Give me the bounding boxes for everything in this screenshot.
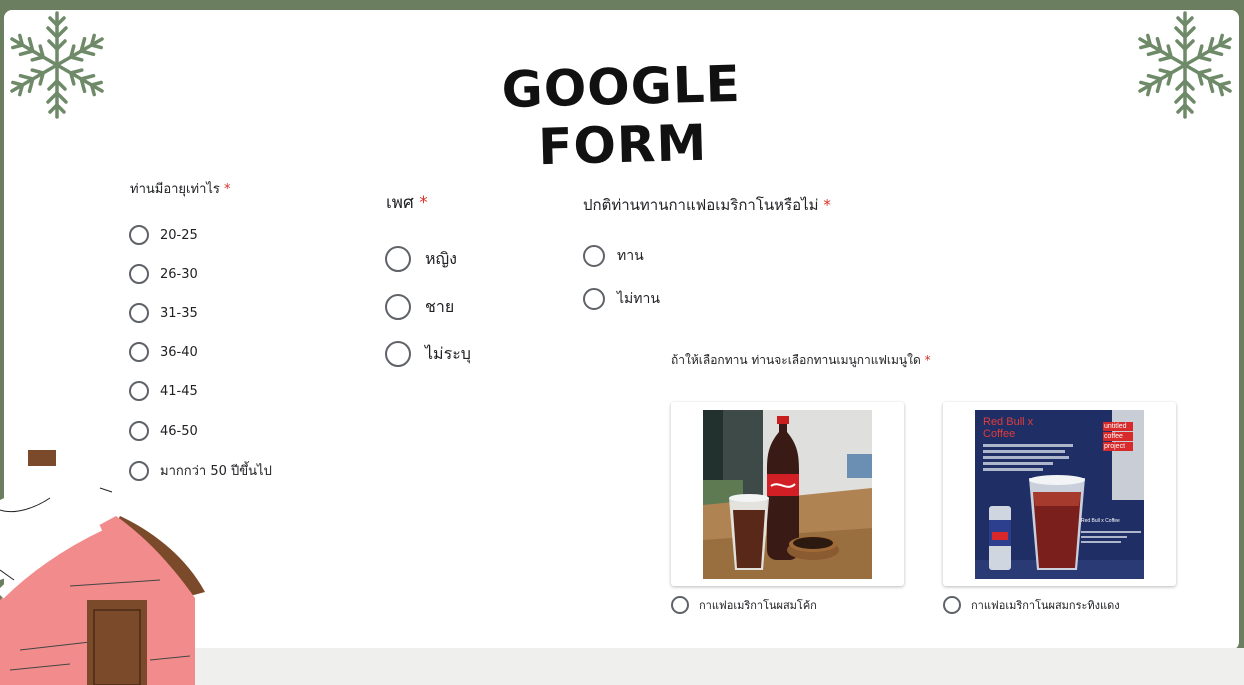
radio-button[interactable] <box>129 225 149 245</box>
coke-coffee-photo <box>703 410 872 579</box>
radio-button[interactable] <box>943 596 961 614</box>
drink-option-1[interactable]: ทาน <box>583 245 644 267</box>
question-age-text: ท่านมีอายุเท่าไร <box>130 182 220 197</box>
age-option-1[interactable]: 20-25 <box>129 225 198 245</box>
gender-option-3[interactable]: ไม่ระบุ <box>385 341 471 367</box>
redbull-poster: Red Bull x Coffee untitled coffee projec… <box>975 410 1144 579</box>
form-title: GOOGLE FORM <box>500 54 742 177</box>
question-drink-label: ปกติท่านทานกาแฟอเมริกาโนหรือไม่ * <box>583 193 831 217</box>
radio-button[interactable] <box>385 341 411 367</box>
age-option-3[interactable]: 31-35 <box>129 303 198 323</box>
snowflake-icon-right <box>1133 11 1237 119</box>
radio-button[interactable] <box>129 342 149 362</box>
age-option-2[interactable]: 26-30 <box>129 264 198 284</box>
required-mark: * <box>419 193 428 213</box>
drink-option-2[interactable]: ไม่ทาน <box>583 288 660 310</box>
menu-image-card-coke[interactable] <box>671 402 904 586</box>
poster-title: Red Bull x Coffee <box>983 416 1034 440</box>
question-gender-text: เพศ <box>386 193 414 213</box>
question-age-label: ท่านมีอายุเท่าไร * <box>130 178 231 199</box>
radio-button[interactable] <box>583 288 605 310</box>
gender-option-1[interactable]: หญิง <box>385 246 457 272</box>
question-menu-text: ถ้าให้เลือกทาน ท่านจะเลือกทานเมนูกาแฟเมน… <box>671 353 921 367</box>
question-gender-label: เพศ * <box>386 189 428 216</box>
radio-button[interactable] <box>129 381 149 401</box>
age-option-5[interactable]: 41-45 <box>129 381 198 401</box>
snowflake-icon-left <box>5 11 109 119</box>
question-menu-label: ถ้าให้เลือกทาน ท่านจะเลือกทานเมนูกาแฟเมน… <box>671 351 931 370</box>
snowy-house-illustration <box>0 420 205 685</box>
question-drink-text: ปกติท่านทานกาแฟอเมริกาโนหรือไม่ <box>583 196 819 214</box>
radio-button[interactable] <box>129 264 149 284</box>
radio-button[interactable] <box>583 245 605 267</box>
menu-option-coke[interactable]: กาแฟอเมริกาโนผสมโค้ก <box>671 596 817 614</box>
age-option-4[interactable]: 36-40 <box>129 342 198 362</box>
radio-button[interactable] <box>671 596 689 614</box>
menu-image-card-redbull[interactable]: Red Bull x Coffee untitled coffee projec… <box>943 402 1176 586</box>
gender-option-2[interactable]: ชาย <box>385 294 454 320</box>
required-mark: * <box>823 196 831 214</box>
menu-option-redbull[interactable]: กาแฟอเมริกาโนผสมกระทิงแดง <box>943 596 1120 614</box>
poster-brand-logo: untitled coffee project <box>1103 422 1133 451</box>
radio-button[interactable] <box>385 246 411 272</box>
required-mark: * <box>224 182 231 197</box>
poster-body-text <box>983 444 1073 471</box>
radio-button[interactable] <box>129 303 149 323</box>
required-mark: * <box>924 353 931 367</box>
radio-button[interactable] <box>385 294 411 320</box>
poster-caption: Red Bull x Coffee <box>1081 518 1141 543</box>
